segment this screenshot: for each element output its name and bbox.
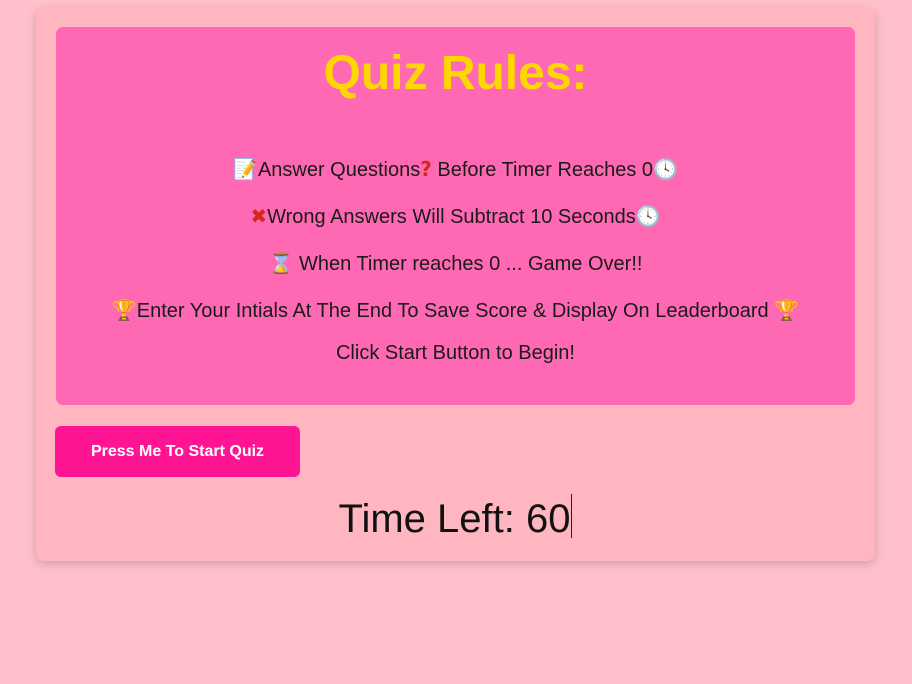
rule-click-start: Click Start Button to Begin! xyxy=(56,340,855,366)
rule-text: When Timer reaches 0 ... Game Over!! xyxy=(293,253,643,275)
rule-wrong-answers: ✖Wrong Answers Will Subtract 10 Seconds🕓 xyxy=(56,203,855,230)
rule-text: Enter Your Intials At The End To Save Sc… xyxy=(136,300,775,322)
question-mark-icon: ? xyxy=(420,157,432,181)
rule-game-over: ⌛ When Timer reaches 0 ... Game Over!! xyxy=(56,250,855,277)
rule-leaderboard: 🏆Enter Your Intials At The End To Save S… xyxy=(56,297,855,324)
start-quiz-button[interactable]: Press Me To Start Quiz xyxy=(55,426,300,477)
quiz-card: Quiz Rules: 📝Answer Questions? Before Ti… xyxy=(36,8,875,561)
cross-mark-icon: ✖ xyxy=(250,204,268,228)
text-caret xyxy=(571,494,573,538)
rule-text: Wrong Answers Will Subtract 10 Seconds xyxy=(267,206,636,228)
memo-icon: 📝 xyxy=(233,157,258,181)
hourglass-icon: ⌛ xyxy=(268,251,294,275)
rule-text: Before Timer Reaches 0 xyxy=(431,159,654,181)
timer-value: 60 xyxy=(525,497,571,541)
timer-label: Time Left: xyxy=(338,497,526,541)
clock-icon: 🕓 xyxy=(635,204,661,228)
rules-panel: Quiz Rules: 📝Answer Questions? Before Ti… xyxy=(56,27,855,405)
timer-display: Time Left: 60 xyxy=(36,494,875,544)
rule-answer-questions: 📝Answer Questions? Before Timer Reaches … xyxy=(56,156,855,183)
trophy-icon: 🏆 xyxy=(111,298,137,322)
trophy-icon: 🏆 xyxy=(774,298,800,322)
rule-text: Answer Questions xyxy=(257,159,421,181)
clock-icon: 🕓 xyxy=(653,157,678,181)
rule-text: Click Start Button to Begin! xyxy=(335,342,575,364)
rules-title: Quiz Rules: xyxy=(323,47,588,100)
